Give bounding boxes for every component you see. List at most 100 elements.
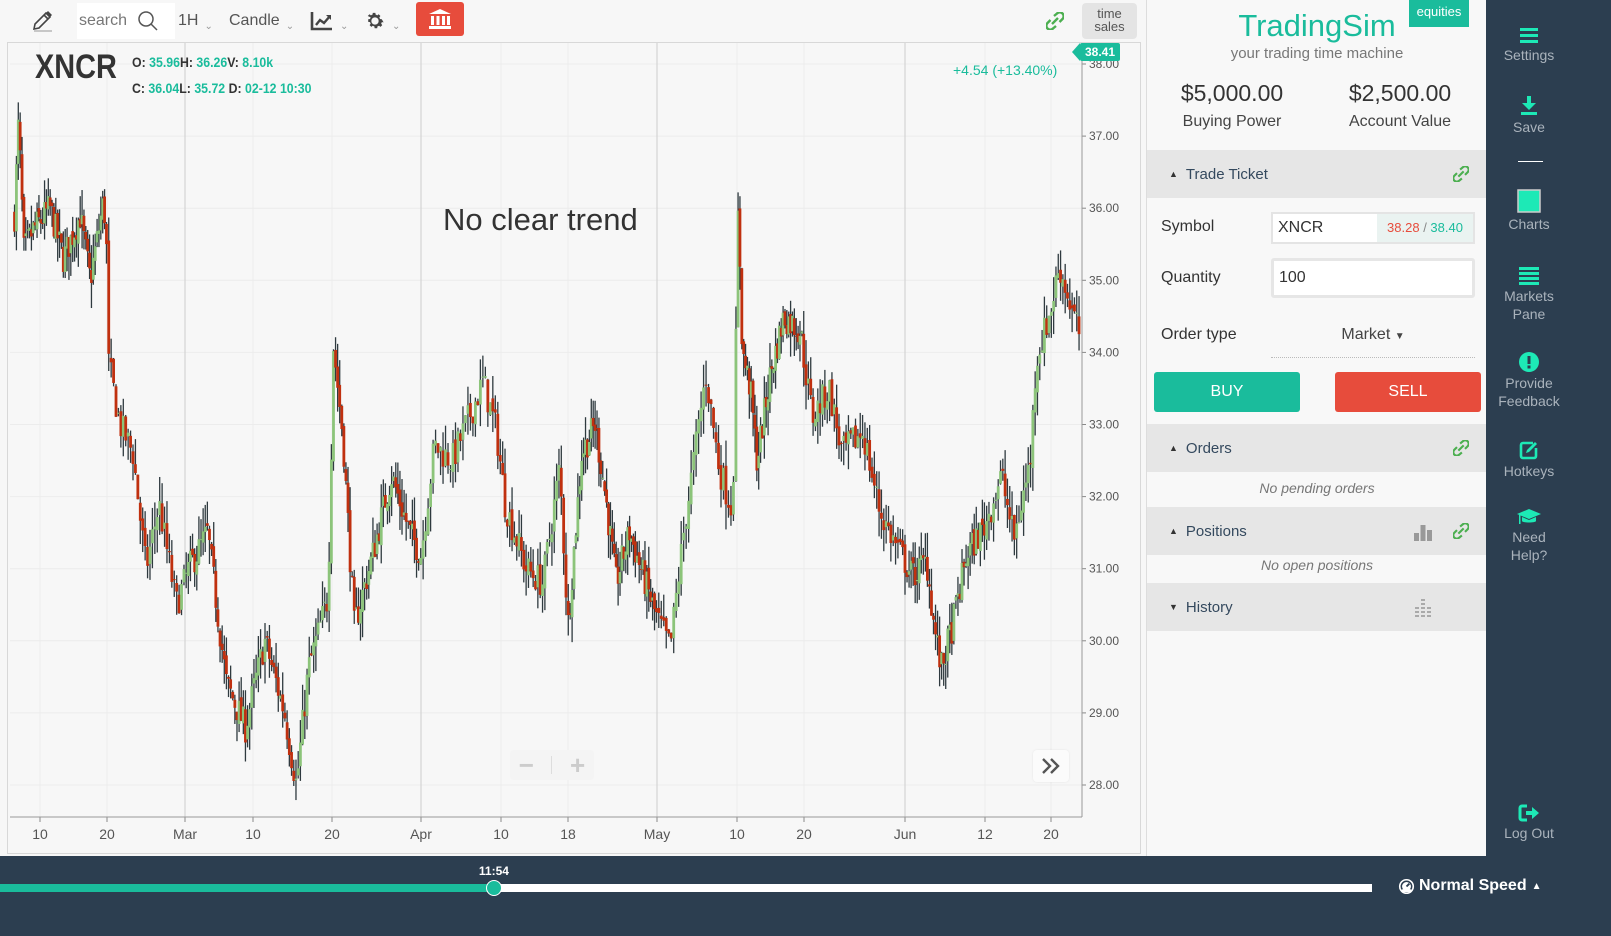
history-header[interactable]: ▼ History — [1147, 583, 1487, 631]
link-positions-button[interactable] — [1452, 522, 1470, 543]
candle-up — [314, 636, 318, 647]
quote-separator: / — [1419, 220, 1431, 235]
candle-down — [1063, 279, 1067, 293]
buy-button[interactable]: BUY — [1154, 372, 1300, 412]
zoom-in-button[interactable]: + — [570, 750, 585, 781]
y-tick-label: 36.00 — [1089, 201, 1119, 215]
playback-slider[interactable] — [0, 880, 1372, 896]
nav-settings-label: Settings — [1503, 47, 1555, 63]
candle-up — [121, 415, 125, 437]
menu-icon — [1520, 28, 1538, 43]
candle-up — [570, 590, 574, 618]
symbol-value[interactable]: XNCR — [1273, 214, 1377, 242]
nav-markets-pane[interactable]: Markets Pane — [1486, 267, 1572, 323]
candle-down — [134, 464, 137, 474]
link-ticket-button[interactable] — [1452, 165, 1470, 186]
candle-up — [944, 663, 948, 665]
candle-up — [576, 497, 580, 538]
scroll-to-latest-button[interactable] — [1033, 750, 1069, 782]
positions-header[interactable]: ▲ Positions — [1147, 507, 1487, 555]
trade-ticket-header[interactable]: ▲ Trade Ticket — [1147, 150, 1487, 198]
y-tick-label: 30.00 — [1089, 634, 1119, 648]
zoom-separator — [551, 756, 553, 774]
sell-button[interactable]: SELL — [1335, 372, 1481, 412]
candle-up — [294, 778, 298, 781]
quantity-label: Quantity — [1161, 269, 1221, 286]
candle-down — [792, 318, 796, 335]
nav-hotkeys[interactable]: Hotkeys — [1486, 440, 1572, 480]
candle-up — [1049, 311, 1053, 316]
candle-down — [704, 384, 708, 386]
candle-down — [143, 527, 147, 547]
candle-up — [907, 571, 911, 575]
order-type-label: Order type — [1161, 326, 1237, 343]
candle-up — [24, 233, 28, 237]
candle-down — [404, 512, 408, 522]
nav-logout[interactable]: Log Out — [1486, 804, 1572, 842]
candle-up — [917, 558, 921, 584]
trade-ticket-title: Trade Ticket — [1185, 165, 1268, 183]
candle-up — [296, 768, 300, 776]
orders-empty-message: No pending orders — [1259, 480, 1375, 496]
order-type-select[interactable]: Market ▼ — [1271, 322, 1475, 358]
candle-up — [379, 507, 383, 546]
candle-down — [281, 694, 285, 712]
candle-down — [1077, 316, 1081, 335]
candle-down — [498, 455, 502, 462]
playback-slider-handle[interactable] — [485, 880, 502, 896]
speed-dropdown[interactable]: Normal Speed ▲ — [1398, 877, 1542, 895]
candle-down — [214, 570, 218, 608]
nav-charts[interactable]: Charts — [1486, 189, 1572, 233]
candle-down — [562, 497, 566, 554]
symbol-field[interactable]: XNCR 38.28 / 38.40 — [1271, 212, 1475, 244]
zoom-out-button[interactable]: − — [519, 750, 534, 781]
candle-up — [587, 441, 591, 456]
candle-down — [531, 570, 535, 579]
candle-down — [216, 609, 220, 627]
nav-save-label: Save — [1513, 119, 1545, 135]
candle-down — [872, 473, 876, 486]
market-type-badge[interactable]: equities — [1409, 0, 1469, 27]
chart-annotation[interactable]: No clear trend — [443, 202, 638, 238]
candle-down — [225, 655, 228, 675]
link-orders-button[interactable] — [1452, 439, 1470, 460]
nav-save[interactable]: Save — [1486, 96, 1572, 136]
y-tick-label: 32.00 — [1089, 490, 1119, 504]
positions-chart-button[interactable] — [1413, 523, 1433, 545]
nav-settings[interactable]: Settings — [1486, 28, 1572, 64]
candle-up — [488, 402, 492, 415]
quantity-field[interactable]: 100 — [1271, 258, 1475, 298]
candle-up — [429, 483, 432, 508]
candle-down — [138, 502, 142, 521]
candle-up — [323, 601, 327, 603]
candle-up — [954, 597, 958, 601]
candle-up — [722, 467, 725, 491]
volume-label: V: — [227, 54, 239, 70]
candle-down — [136, 474, 140, 500]
link-icon — [1452, 522, 1470, 540]
candle-down — [22, 196, 26, 238]
candle-up — [299, 742, 302, 767]
candle-up — [946, 628, 950, 662]
candle-down — [107, 240, 111, 354]
candle-down — [276, 677, 280, 696]
candle-up — [63, 246, 67, 273]
history-stats-button[interactable] — [1413, 599, 1433, 621]
caret-down-icon: ▼ — [1394, 331, 1405, 342]
orders-header[interactable]: ▲ Orders — [1147, 424, 1487, 472]
low-value: 35.72 — [194, 80, 226, 96]
candlestick-chart[interactable]: 28.00 29.00 30.00 31.00 32.00 33.00 34.00 35.00… — [0, 0, 1145, 856]
close-value: 36.04 — [148, 80, 180, 96]
candle-up — [305, 674, 309, 716]
nav-hotkeys-label: Hotkeys — [1503, 463, 1555, 479]
nav-help[interactable]: Need Help? — [1486, 508, 1572, 564]
candle-up — [197, 539, 201, 564]
candle-down — [501, 462, 505, 475]
candle-down — [50, 202, 54, 207]
candle-down — [709, 399, 713, 405]
ohlc-row-2: C: 36.04L: 35.72 D: 02-12 10:30 — [132, 80, 311, 96]
candle-down — [285, 722, 289, 740]
nav-feedback[interactable]: Provide Feedback — [1486, 352, 1572, 410]
candle-down — [1001, 468, 1005, 471]
candle-up — [163, 522, 166, 529]
